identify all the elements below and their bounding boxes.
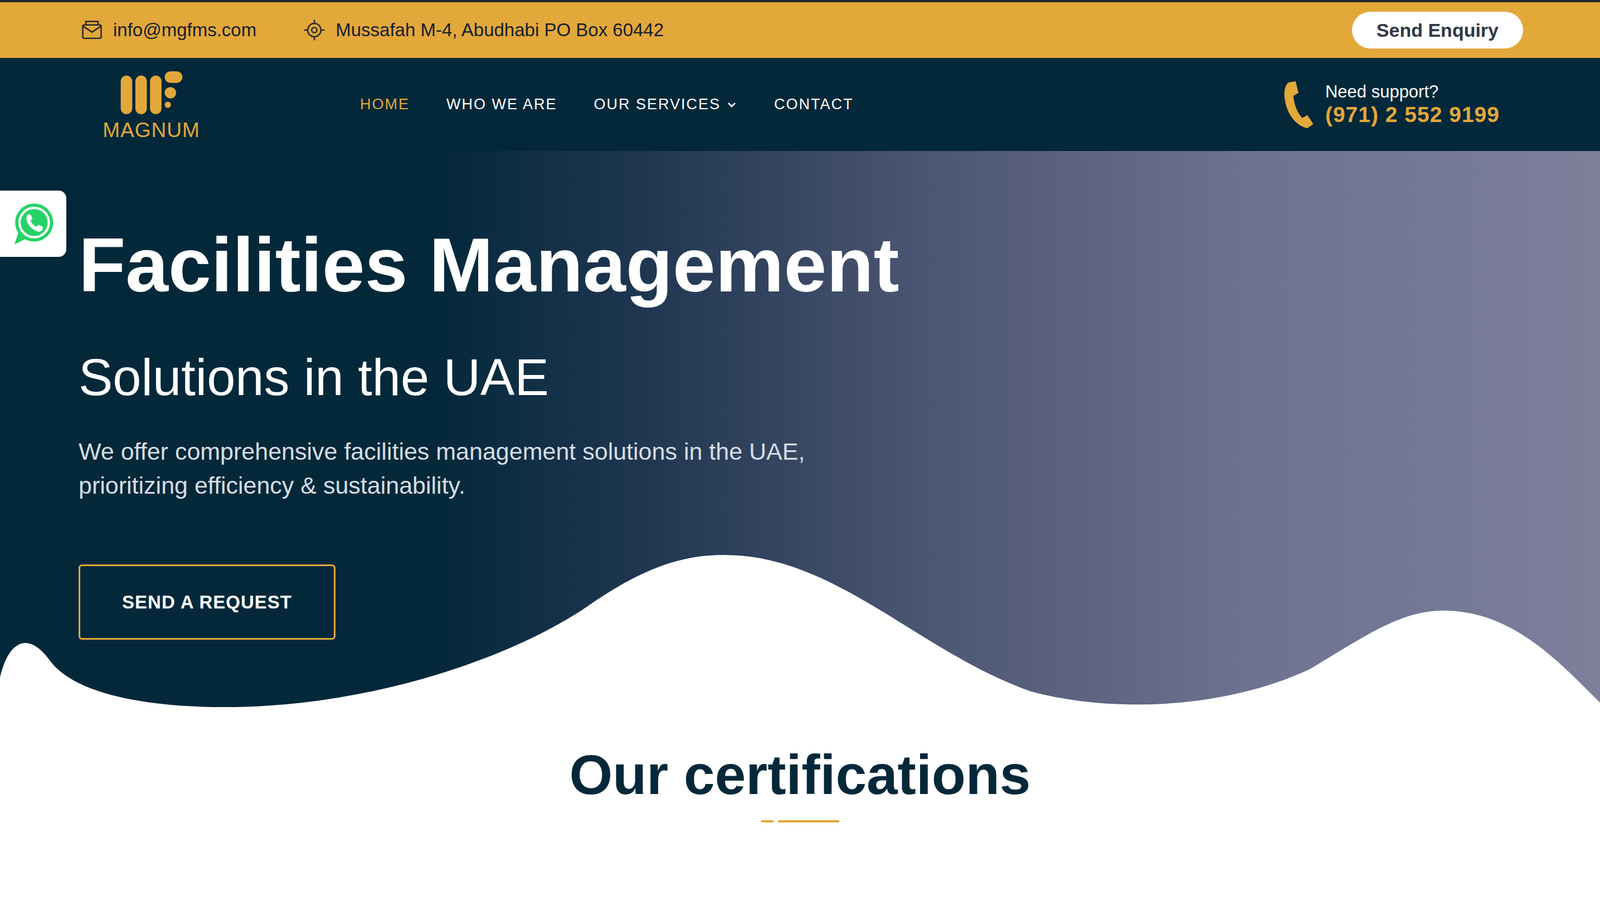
title-underline — [0, 820, 1600, 823]
nav-item[interactable]: HOME — [360, 93, 410, 116]
main-nav: MAGNUM HOME WHO WE ARE OUR SERVICES CONTACT N… — [0, 57, 1600, 152]
nav-item[interactable]: OUR SERVICES — [594, 93, 738, 116]
send-enquiry-button[interactable]: Send Enquiry — [1352, 11, 1524, 49]
nav-item-label[interactable]: CONTACT — [774, 93, 854, 116]
nav-item[interactable]: CONTACT — [774, 93, 854, 116]
support-phone[interactable]: (971) 2 552 9199 — [1325, 101, 1500, 129]
phone-icon — [1280, 79, 1317, 130]
nav-entry: OUR SERVICES — [594, 93, 738, 116]
logo-text[interactable]: MAGNUM — [102, 119, 201, 141]
nav-entry: HOME — [360, 93, 410, 116]
chevron-down-icon — [726, 99, 738, 111]
send-request-button[interactable]: SEND A REQUEST — [78, 564, 336, 640]
certifications-section: Our certifications — [0, 708, 1600, 823]
support-text: Need support?(971) 2 552 9199 — [1325, 81, 1500, 129]
support-label: Need support? — [1325, 81, 1500, 102]
whatsapp-icon — [10, 200, 57, 248]
certifications-title: Our certifications — [0, 742, 1600, 807]
nav-menu: HOME WHO WE ARE OUR SERVICES CONTACT — [360, 93, 854, 116]
address-text: Mussafah M-4, Abudhabi PO Box 60442 — [335, 16, 664, 45]
nav-item-label[interactable]: OUR SERVICES — [594, 93, 722, 116]
nav-item-label[interactable]: HOME — [360, 93, 410, 116]
envelope-icon — [79, 17, 105, 43]
email-info[interactable]: info@mgfms.com — [79, 16, 257, 45]
location-target-icon — [302, 17, 327, 43]
nav-item[interactable]: WHO WE ARE — [446, 93, 558, 116]
email-text[interactable]: info@mgfms.com — [113, 16, 257, 45]
address-info: Mussafah M-4, Abudhabi PO Box 60442 — [302, 16, 664, 45]
underline-dash — [761, 820, 774, 823]
whatsapp-button[interactable] — [0, 190, 67, 257]
underline-dash — [777, 820, 840, 823]
hero-text: We offer comprehensive facilities manage… — [78, 434, 870, 502]
logo[interactable]: MAGNUM — [96, 69, 206, 141]
nav-entry: CONTACT — [774, 93, 854, 116]
hero-title: Facilities Management — [78, 220, 1600, 310]
nav-item-label[interactable]: WHO WE ARE — [446, 93, 558, 116]
top-bar: info@mgfms.com Mussafah M-4, Abudhabi PO … — [0, 2, 1600, 58]
hero-subtitle: Solutions in the UAE — [78, 348, 1600, 408]
hero-banner: Facilities Management Solutions in the UA… — [0, 151, 1600, 709]
nav-entry: WHO WE ARE — [446, 93, 558, 116]
support-block: Need support?(971) 2 552 9199 — [1280, 79, 1500, 130]
hero-content: Facilities Management Solutions in the UA… — [0, 151, 1600, 640]
logo-mark-icon — [117, 69, 186, 117]
